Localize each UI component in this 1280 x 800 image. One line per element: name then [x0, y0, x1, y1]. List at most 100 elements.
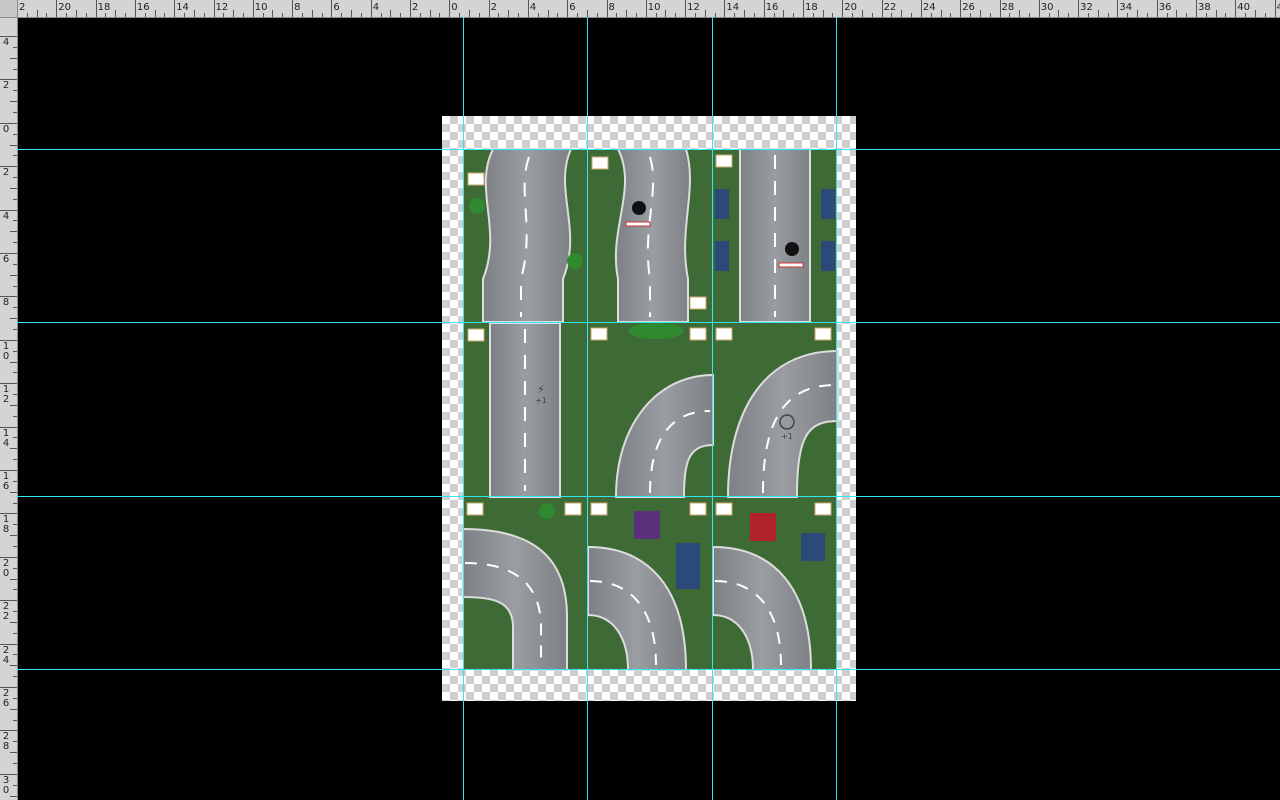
- ruler-minor-tick: [1028, 13, 1030, 17]
- ruler-minor-tick: [13, 632, 17, 634]
- ruler-minor-tick: [694, 13, 696, 17]
- ruler-minor-tick: [390, 10, 392, 17]
- guide-vertical[interactable]: [463, 17, 464, 800]
- ruler-top-label: 4: [529, 2, 537, 13]
- guide-vertical[interactable]: [836, 17, 837, 800]
- ruler-tick: [645, 0, 647, 17]
- ruler-origin[interactable]: [0, 0, 18, 18]
- ruler-minor-tick: [164, 13, 166, 17]
- ruler-minor-tick: [10, 448, 17, 450]
- ruler-minor-tick: [547, 10, 549, 17]
- guide-horizontal[interactable]: [17, 496, 1280, 497]
- guide-vertical[interactable]: [712, 17, 713, 800]
- ruler-tick: [0, 339, 17, 341]
- ruler-tick: [252, 0, 254, 17]
- ruler-top-label: 20: [844, 2, 858, 13]
- ruler-minor-tick: [13, 263, 17, 265]
- ruler-minor-tick: [282, 13, 284, 17]
- ruler-tick: [999, 0, 1001, 17]
- ruler-tick: [0, 122, 17, 124]
- ruler-minor-tick: [13, 285, 17, 287]
- ruler-left-label: 4: [2, 210, 10, 222]
- ruler-minor-tick: [13, 437, 17, 439]
- ruler-minor-tick: [419, 13, 421, 17]
- guide-vertical[interactable]: [587, 17, 588, 800]
- ruler-top-label: 40: [1237, 2, 1251, 13]
- ruler-top-label: 14: [176, 2, 189, 13]
- ruler-tick: [410, 0, 411, 17]
- ruler-minor-tick: [13, 459, 17, 461]
- ruler-minor-tick: [655, 13, 657, 17]
- guide-horizontal[interactable]: [17, 149, 1280, 150]
- ruler-minor-tick: [13, 220, 17, 222]
- ruler-left[interactable]: 4 2 0 2 4 6 8 1 0 1 2 1 4 1 6 1 8 2 0 2 2 2 4 2 6 2 8 3 0: [0, 0, 18, 800]
- ruler-left-label: 1 8: [2, 514, 10, 536]
- ruler-tick: [1196, 0, 1197, 17]
- ruler-left-label: 1 0: [2, 340, 10, 362]
- ruler-minor-tick: [832, 13, 834, 17]
- ruler-tick: [0, 296, 17, 298]
- ruler-top[interactable]: 2 20 18 16 14 12 10 8 6 4 2 0 2 4 6 8 10 12 14 16 18 20 22 24 26…: [0, 0, 1280, 18]
- ruler-minor-tick: [311, 10, 313, 17]
- ruler-minor-tick: [930, 13, 932, 17]
- ruler-minor-tick: [753, 13, 755, 17]
- ruler-minor-tick: [13, 155, 17, 157]
- ruler-minor-tick: [13, 307, 17, 309]
- ruler-left-label: 3 0: [2, 774, 10, 796]
- ruler-minor-tick: [105, 13, 107, 17]
- ruler-minor-tick: [478, 13, 480, 17]
- ruler-minor-tick: [468, 10, 470, 17]
- ruler-minor-tick: [380, 13, 382, 17]
- ruler-minor-tick: [704, 10, 706, 17]
- ruler-minor-tick: [871, 13, 873, 17]
- ruler-minor-tick: [203, 13, 205, 17]
- ruler-left-label: 2 4: [2, 644, 10, 666]
- ruler-minor-tick: [1146, 13, 1148, 17]
- ruler-minor-tick: [635, 13, 637, 17]
- ruler-top-label: 36: [1158, 2, 1172, 13]
- ruler-top-label: 10: [254, 2, 268, 13]
- guide-horizontal[interactable]: [17, 669, 1280, 670]
- ruler-minor-tick: [852, 13, 854, 17]
- ruler-tick: [95, 0, 97, 17]
- ruler-tick: [331, 0, 333, 17]
- ruler-top-label: 10: [647, 2, 661, 13]
- ruler-minor-tick: [13, 654, 17, 656]
- ruler-minor-tick: [616, 13, 618, 17]
- ruler-left-label: 2 6: [2, 688, 10, 709]
- ruler-top-label: 18: [97, 2, 111, 13]
- ruler-tick: [1117, 0, 1119, 17]
- ruler-minor-tick: [557, 13, 559, 17]
- ruler-minor-tick: [744, 10, 746, 17]
- guide-horizontal[interactable]: [17, 322, 1280, 323]
- ruler-minor-tick: [10, 57, 17, 59]
- ruler-minor-tick: [10, 274, 17, 276]
- ruler-minor-tick: [1087, 13, 1089, 17]
- ruler-minor-tick: [154, 10, 156, 17]
- ruler-minor-tick: [1097, 10, 1099, 17]
- ruler-minor-tick: [10, 318, 17, 320]
- ruler-minor-tick: [13, 611, 17, 613]
- ruler-top-label: 20: [58, 2, 72, 13]
- ruler-minor-tick: [13, 198, 17, 200]
- ruler-left-label: 0: [2, 123, 10, 135]
- ruler-left-label: 1 4: [2, 427, 10, 449]
- ruler-tick: [1235, 0, 1237, 17]
- ruler-tick: [1156, 0, 1158, 17]
- ruler-minor-tick: [13, 242, 17, 244]
- ruler-minor-tick: [1264, 13, 1266, 17]
- ruler-top-label: 24: [922, 2, 936, 13]
- ruler-minor-tick: [1215, 10, 1217, 17]
- ruler-minor-tick: [1019, 10, 1021, 17]
- ruler-minor-tick: [979, 10, 981, 17]
- document-artboard[interactable]: ⚡ +1 +1: [442, 116, 856, 701]
- ruler-minor-tick: [321, 13, 323, 17]
- ruler-minor-tick: [10, 708, 17, 710]
- ruler-minor-tick: [351, 10, 353, 17]
- ruler-left-label: 2 8: [2, 731, 10, 753]
- ruler-left-label: 2 2: [2, 601, 10, 623]
- ruler-top-label: 6: [569, 2, 576, 13]
- ruler-tick: [134, 0, 136, 17]
- ruler-minor-tick: [459, 13, 461, 17]
- ruler-minor-tick: [989, 13, 991, 17]
